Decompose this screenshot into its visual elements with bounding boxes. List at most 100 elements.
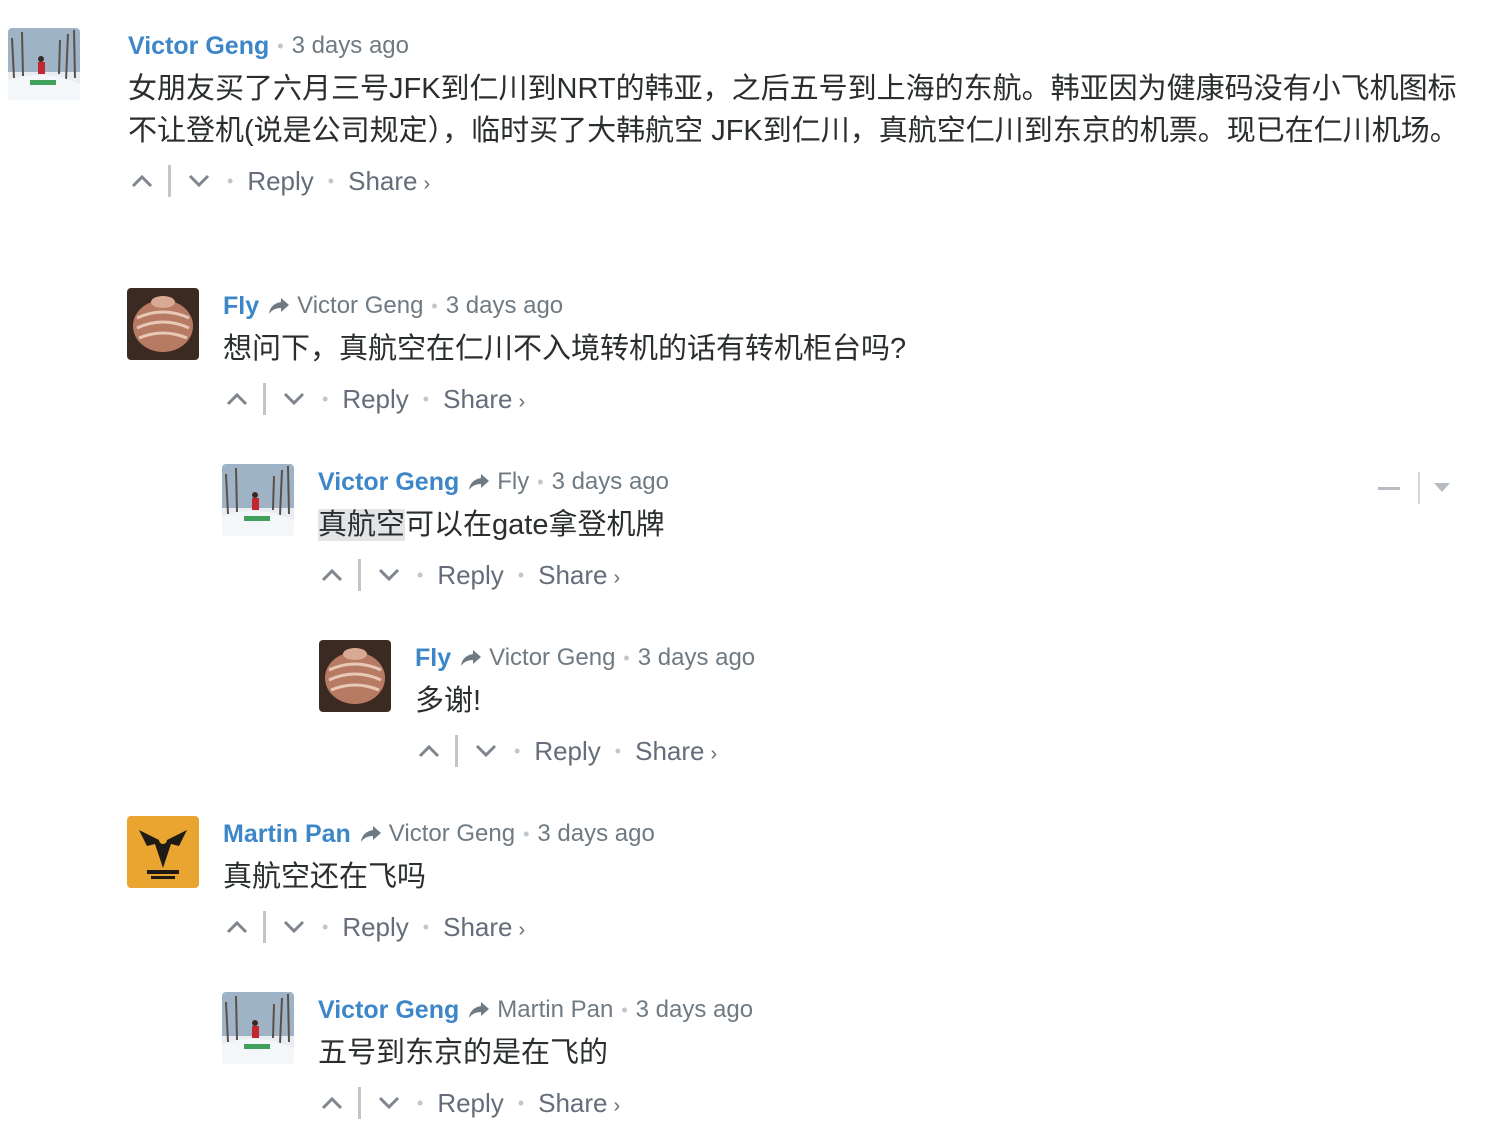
reply-button[interactable]: Reply xyxy=(342,384,408,415)
separator-dot: • xyxy=(517,564,525,585)
separator-dot: • xyxy=(614,740,622,761)
comment-footer: • Reply • Share › xyxy=(318,1078,1478,1128)
timestamp[interactable]: 3 days ago xyxy=(292,32,409,60)
comment-footer: • Reply • Share › xyxy=(223,902,1477,952)
chevron-up-icon[interactable] xyxy=(223,910,251,944)
share-button[interactable]: Share › xyxy=(348,166,430,197)
reply-button[interactable]: Reply xyxy=(342,912,408,943)
vote-divider xyxy=(168,165,171,197)
author-name[interactable]: Fly xyxy=(415,644,451,673)
parent-author[interactable]: Martin Pan xyxy=(497,996,613,1024)
reply-button[interactable]: Reply xyxy=(247,166,313,197)
reply-arrow-icon xyxy=(467,1000,491,1020)
share-label: Share xyxy=(635,735,705,766)
share-label: Share xyxy=(538,559,608,590)
comment-header: Victor Geng • 3 days ago xyxy=(128,28,1478,64)
share-button[interactable]: Share › xyxy=(538,1088,620,1119)
reply-arrow-icon xyxy=(459,648,483,668)
avatar[interactable] xyxy=(222,992,294,1064)
chevron-up-icon[interactable] xyxy=(128,164,156,198)
share-label: Share xyxy=(538,1087,608,1118)
timestamp[interactable]: 3 days ago xyxy=(552,468,669,496)
caret-down-icon[interactable] xyxy=(1434,483,1450,493)
comment-body: Martin Pan Victor Geng • 3 days ago 真航空还… xyxy=(223,816,1477,952)
comment-body: Victor Geng • 3 days ago 女朋友买了六月三号JFK到仁川… xyxy=(128,28,1478,206)
comment-footer: • Reply • Share › xyxy=(318,550,1478,600)
share-button[interactable]: Share › xyxy=(443,912,525,943)
vote-divider xyxy=(263,383,266,415)
chevron-right-icon: › xyxy=(613,1094,621,1117)
separator-dot: • xyxy=(523,823,530,844)
chevron-down-icon[interactable] xyxy=(280,910,308,944)
chevron-up-icon[interactable] xyxy=(223,382,251,416)
timestamp[interactable]: 3 days ago xyxy=(537,820,654,848)
separator-dot: • xyxy=(621,999,628,1020)
vote-divider xyxy=(358,559,361,591)
vote-divider xyxy=(263,911,266,943)
avatar[interactable] xyxy=(8,28,80,100)
comment-text: 多谢! xyxy=(415,685,482,717)
author-name[interactable]: Martin Pan xyxy=(223,820,351,849)
author-name[interactable]: Fly xyxy=(223,292,259,321)
comment-body: Victor Geng Martin Pan • 3 days ago 五号到东… xyxy=(318,992,1478,1128)
chevron-up-icon[interactable] xyxy=(415,734,443,768)
share-button[interactable]: Share › xyxy=(635,736,717,767)
comment-header: Fly Victor Geng • 3 days ago xyxy=(223,288,1477,324)
comment-body: Victor Geng Fly • 3 days ago 真航空可以在gate拿… xyxy=(318,464,1478,600)
chevron-up-icon[interactable] xyxy=(318,1086,346,1120)
avatar[interactable] xyxy=(127,816,199,888)
reply-arrow-icon xyxy=(267,296,291,316)
parent-author[interactable]: Fly xyxy=(497,468,529,496)
chevron-down-icon[interactable] xyxy=(472,734,500,768)
author-name[interactable]: Victor Geng xyxy=(128,32,269,61)
chevron-down-icon[interactable] xyxy=(280,382,308,416)
share-button[interactable]: Share › xyxy=(443,384,525,415)
comment-controls xyxy=(1378,472,1450,504)
chevron-down-icon[interactable] xyxy=(375,558,403,592)
share-label: Share xyxy=(348,165,418,196)
share-button[interactable]: Share › xyxy=(538,560,620,591)
author-name[interactable]: Victor Geng xyxy=(318,996,459,1025)
separator-dot: • xyxy=(431,295,438,316)
chevron-down-icon[interactable] xyxy=(185,164,213,198)
separator-dot: • xyxy=(327,170,335,191)
timestamp[interactable]: 3 days ago xyxy=(638,644,755,672)
author-name[interactable]: Victor Geng xyxy=(318,468,459,497)
vote-divider xyxy=(358,1087,361,1119)
separator-dot: • xyxy=(422,916,430,937)
comment-header: Fly Victor Geng • 3 days ago xyxy=(415,640,1477,676)
chevron-right-icon: › xyxy=(518,390,526,413)
parent-author[interactable]: Victor Geng xyxy=(297,292,423,320)
chevron-right-icon: › xyxy=(710,742,718,765)
comment-footer: • Reply • Share › xyxy=(128,156,1478,206)
parent-author[interactable]: Victor Geng xyxy=(489,644,615,672)
vote-divider xyxy=(455,735,458,767)
parent-author[interactable]: Victor Geng xyxy=(389,820,515,848)
chevron-down-icon[interactable] xyxy=(375,1086,403,1120)
separator-dot: • xyxy=(417,1092,424,1113)
timestamp[interactable]: 3 days ago xyxy=(636,996,753,1024)
reply-button[interactable]: Reply xyxy=(437,560,503,591)
controls-divider xyxy=(1418,472,1420,504)
comment-text: 女朋友买了六月三号JFK到仁川到NRT的韩亚，之后五号到上海的东航。韩亚因为健康… xyxy=(128,73,1459,147)
reply-arrow-icon xyxy=(359,824,383,844)
share-label: Share xyxy=(443,911,513,942)
separator-dot: • xyxy=(227,170,234,191)
comment-header: Martin Pan Victor Geng • 3 days ago xyxy=(223,816,1477,852)
chevron-up-icon[interactable] xyxy=(318,558,346,592)
comment-text: 想问下，真航空在仁川不入境转机的话有转机柜台吗? xyxy=(223,333,907,365)
separator-dot: • xyxy=(322,916,329,937)
chevron-right-icon: › xyxy=(518,918,526,941)
minus-icon[interactable] xyxy=(1378,486,1400,490)
comment-body: Fly Victor Geng • 3 days ago 想问下，真航空在仁川不… xyxy=(223,288,1477,424)
reply-button[interactable]: Reply xyxy=(534,736,600,767)
avatar[interactable] xyxy=(222,464,294,536)
avatar[interactable] xyxy=(127,288,199,360)
comment-body: Fly Victor Geng • 3 days ago 多谢! • Reply… xyxy=(415,640,1477,776)
chevron-right-icon: › xyxy=(613,566,621,589)
avatar[interactable] xyxy=(319,640,391,712)
reply-button[interactable]: Reply xyxy=(437,1088,503,1119)
comment-text: 真航空可以在gate拿登机牌 xyxy=(318,504,1478,546)
timestamp[interactable]: 3 days ago xyxy=(446,292,563,320)
share-label: Share xyxy=(443,383,513,414)
